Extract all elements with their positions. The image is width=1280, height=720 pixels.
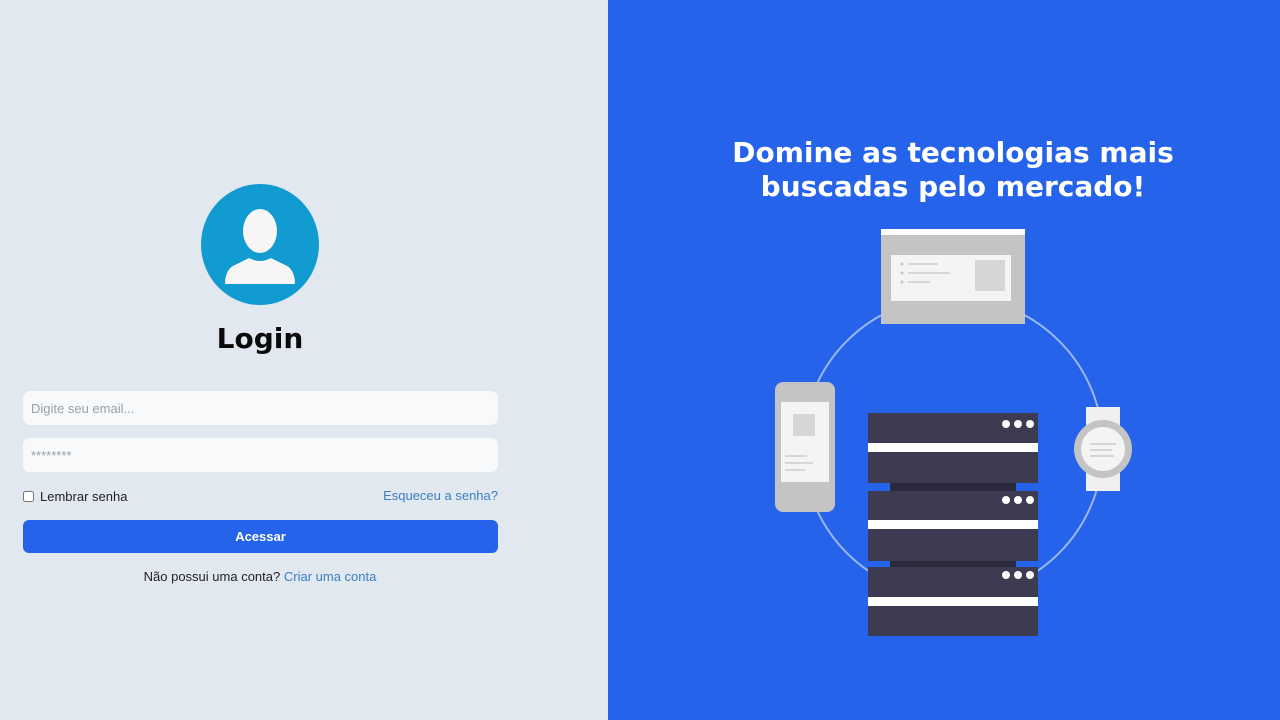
- server-stack-icon: [868, 413, 1038, 636]
- login-button[interactable]: Acessar: [23, 520, 498, 553]
- password-input[interactable]: [23, 438, 498, 472]
- no-account-text: Não possui uma conta?: [143, 569, 281, 584]
- headline-text-2: pelo mercado!: [908, 170, 1146, 203]
- login-panel: Login Lembrar senha Esqueceu a senha? Ac…: [0, 0, 608, 720]
- signup-prompt: Não possui uma conta? Criar uma conta: [0, 568, 520, 586]
- remember-checkbox[interactable]: [23, 490, 34, 502]
- headline-text-1: Domine as: [732, 136, 908, 169]
- forgot-password-link[interactable]: Esqueceu a senha?: [360, 487, 498, 505]
- promo-panel: Domine as tecnologias mais buscadas pelo…: [608, 0, 1280, 720]
- smartwatch-icon: [1074, 407, 1132, 491]
- headline-bold-2: buscadas: [760, 170, 909, 203]
- user-avatar-icon: [201, 184, 319, 305]
- promo-headline: Domine as tecnologias mais buscadas pelo…: [648, 136, 1258, 204]
- page-title: Login: [216, 322, 304, 355]
- devices-network-illustration-icon: [775, 229, 1132, 636]
- mobile-phone-icon: [775, 382, 835, 512]
- email-input[interactable]: [23, 391, 498, 425]
- create-account-link[interactable]: Criar uma conta: [284, 569, 376, 584]
- headline-bold-1: tecnologias mais: [907, 136, 1174, 169]
- remember-label: Lembrar senha: [40, 488, 128, 504]
- browser-window-icon: [881, 229, 1025, 324]
- remember-password[interactable]: Lembrar senha: [23, 487, 127, 505]
